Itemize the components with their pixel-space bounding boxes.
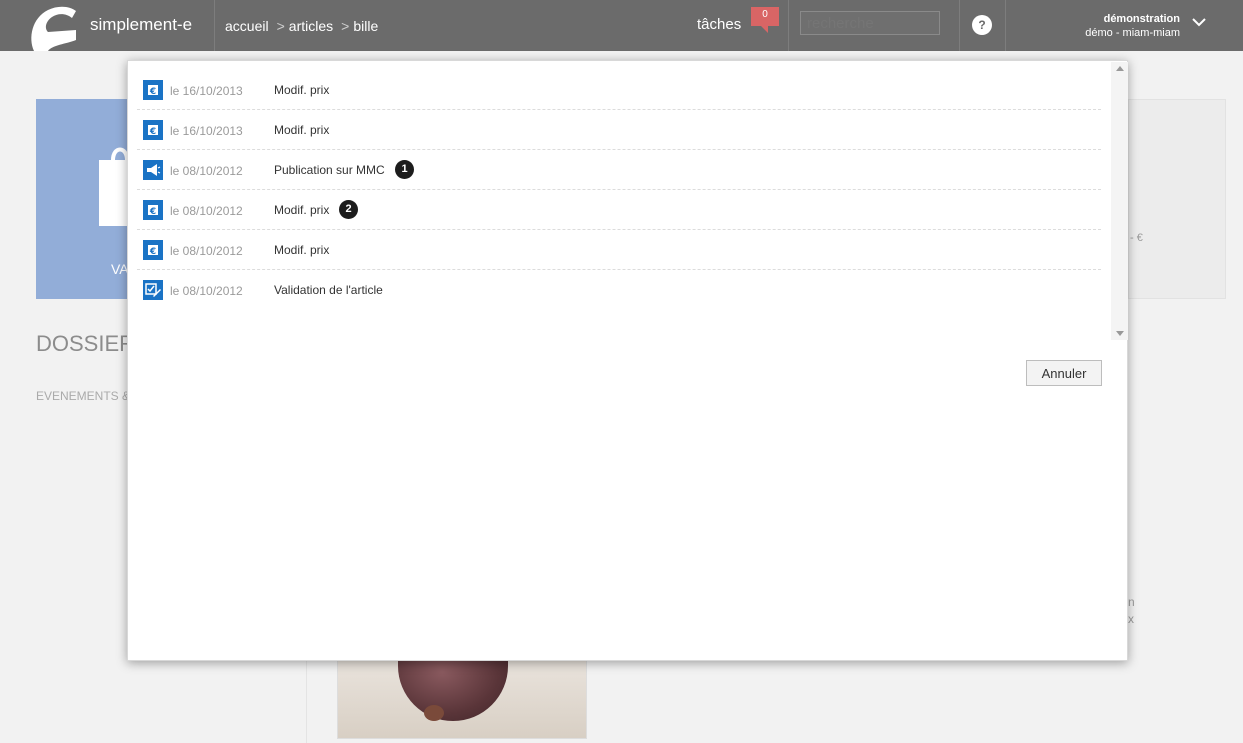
validate-icon — [143, 280, 163, 300]
history-dialog: € le 16/10/2013 Modif. prix € le 16/10/2… — [127, 60, 1128, 661]
history-row[interactable]: € le 16/10/2013 Modif. prix — [137, 70, 1101, 110]
svg-text:€: € — [149, 247, 156, 257]
divider — [1005, 0, 1006, 51]
user-name: démonstration — [1103, 13, 1180, 25]
user-menu[interactable]: démonstration démo - miam-miam — [1085, 12, 1180, 40]
tasks-count-badge[interactable]: 0 — [751, 7, 779, 26]
history-date: le 16/10/2013 — [170, 124, 243, 138]
user-org: démo - miam-miam — [1085, 27, 1180, 39]
divider — [214, 0, 215, 51]
euro-icon: € — [143, 200, 163, 220]
history-row[interactable]: le 08/10/2012 Validation de l'article — [137, 270, 1101, 310]
history-date: le 08/10/2012 — [170, 284, 243, 298]
photo-detail — [398, 661, 508, 721]
svg-text:€: € — [149, 207, 156, 217]
history-row[interactable]: € le 16/10/2013 Modif. prix — [137, 110, 1101, 150]
divider — [788, 0, 789, 51]
breadcrumb-articles[interactable]: articles — [289, 18, 333, 34]
section-subheading: EVENEMENTS & — [36, 389, 131, 403]
euro-icon: € — [143, 240, 163, 260]
history-date: le 08/10/2012 — [170, 204, 243, 218]
history-row[interactable]: € le 08/10/2012 Modif. prix 2 — [137, 190, 1101, 230]
shopping-bag-icon — [99, 147, 129, 226]
top-bar: simplement-e accueil > articles > bille tâch… — [0, 0, 1243, 51]
history-date: le 08/10/2012 — [170, 244, 243, 258]
divider — [306, 660, 307, 743]
breadcrumb-home[interactable]: accueil — [225, 18, 269, 34]
section-heading: DOSSIER — [36, 331, 136, 356]
history-label: Validation de l'article — [274, 283, 383, 297]
tasks-link[interactable]: tâches — [697, 16, 741, 33]
photo-detail — [424, 705, 444, 721]
product-photo — [337, 660, 587, 739]
badge-tail — [761, 26, 768, 33]
search-input[interactable] — [800, 11, 940, 35]
info-text: n — [1128, 595, 1135, 609]
history-date: le 08/10/2012 — [170, 164, 243, 178]
breadcrumb-current: bille — [353, 18, 379, 34]
history-row[interactable]: € le 08/10/2012 Modif. prix — [137, 230, 1101, 270]
svg-text:€: € — [149, 87, 156, 97]
history-label: Modif. prix — [274, 123, 330, 137]
history-list: € le 16/10/2013 Modif. prix € le 16/10/2… — [137, 70, 1102, 340]
breadcrumb: accueil > articles > bille — [225, 18, 378, 34]
history-row[interactable]: le 08/10/2012 Publication sur MMC 1 — [137, 150, 1101, 190]
scroll-down-arrow-icon[interactable] — [1116, 331, 1124, 336]
svg-text:€: € — [149, 127, 156, 137]
history-label: Publication sur MMC — [274, 163, 385, 177]
annotation-marker: 1 — [395, 160, 414, 179]
price-text: - € — [1130, 232, 1143, 244]
divider — [959, 0, 960, 51]
euro-icon: € — [143, 120, 163, 140]
annotation-marker: 2 — [339, 200, 358, 219]
history-label: Modif. prix — [274, 243, 330, 257]
info-text: x — [1128, 612, 1134, 626]
history-date: le 16/10/2013 — [170, 84, 243, 98]
breadcrumb-separator: > — [276, 18, 285, 34]
chevron-down-icon[interactable] — [1191, 14, 1207, 30]
help-button[interactable]: ? — [972, 15, 992, 35]
info-panel — [1128, 99, 1226, 299]
logo-icon[interactable] — [28, 0, 80, 51]
cancel-button[interactable]: Annuler — [1026, 360, 1102, 386]
scroll-up-arrow-icon[interactable] — [1116, 66, 1124, 71]
history-scrollbar[interactable] — [1111, 62, 1128, 340]
history-label: Modif. prix — [274, 203, 330, 217]
brand-name[interactable]: simplement-e — [90, 15, 192, 35]
tile-label: VA — [111, 261, 129, 277]
history-label: Modif. prix — [274, 83, 330, 97]
euro-icon: € — [143, 80, 163, 100]
megaphone-icon — [143, 160, 163, 180]
breadcrumb-separator: > — [341, 18, 350, 34]
